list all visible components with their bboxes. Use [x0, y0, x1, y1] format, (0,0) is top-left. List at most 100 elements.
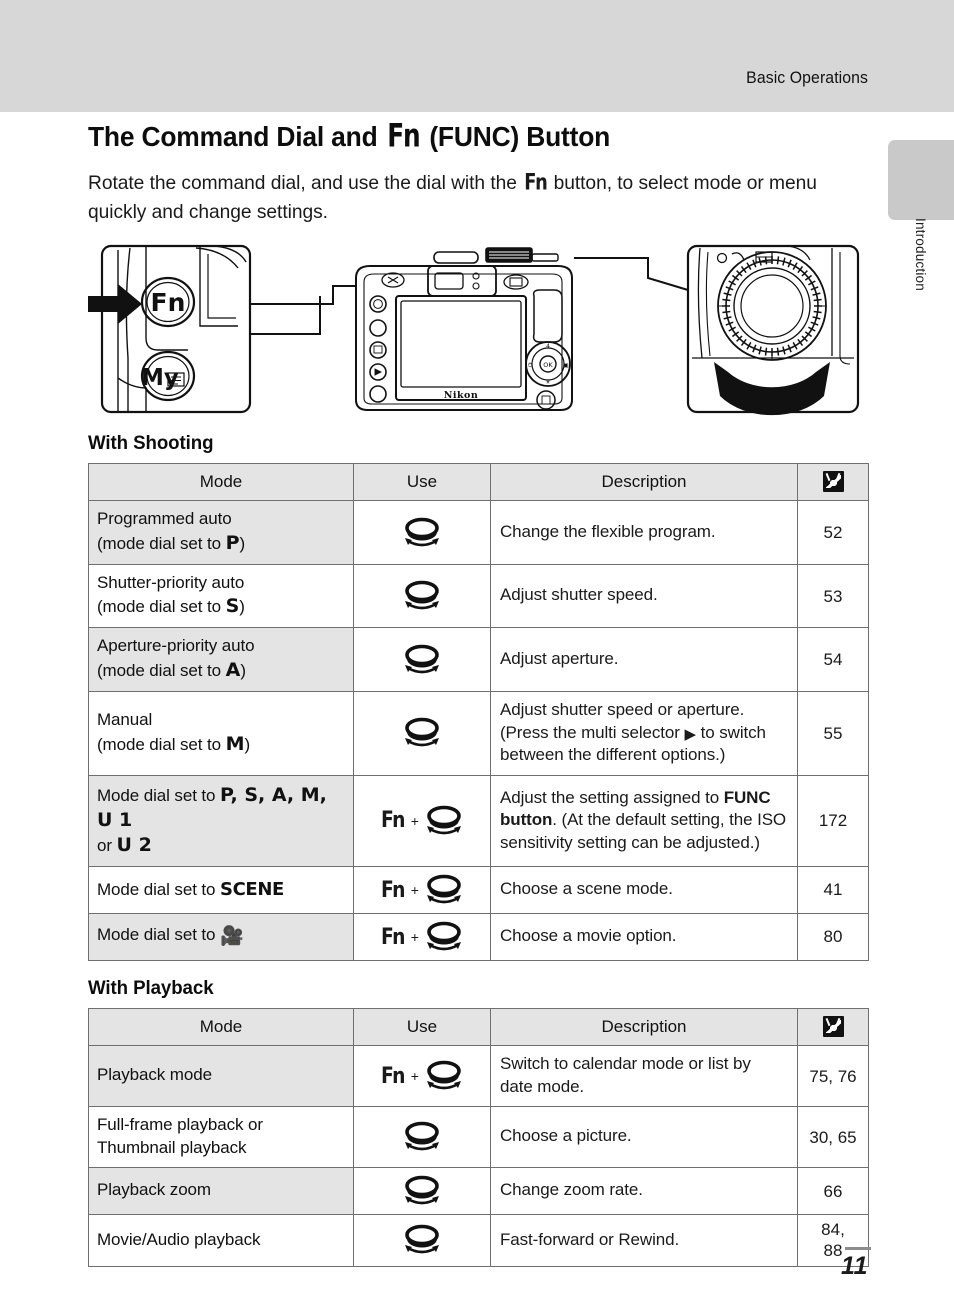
cell-mode: Programmed auto (mode dial set to P)	[88, 500, 354, 565]
page-title-text-after: (FUNC) Button	[422, 121, 611, 152]
chapter-thumb-tab	[888, 140, 954, 220]
desc-part-1: Adjust the setting assigned to	[500, 787, 724, 807]
svg-text:▣: ▣	[563, 362, 569, 369]
mode-name: Manual	[97, 710, 153, 730]
camera-back-view	[355, 247, 573, 412]
table-row: Mode dial set to 🎥 Fn + Choose a movie o…	[88, 913, 869, 962]
page-reference-line-2: 88	[823, 1241, 843, 1261]
command-dial-icon	[405, 1175, 439, 1205]
cell-description: Adjust shutter speed or aperture. (Press…	[490, 690, 798, 776]
table-row: Movie/Audio playback Fast-forward or Rew…	[88, 1214, 869, 1267]
mode-name: Programmed auto	[97, 509, 232, 529]
cell-description: Choose a scene mode.	[490, 866, 798, 915]
fn-plus-dial-icon: Fn +	[379, 804, 465, 838]
mode-dial-letters-alt: U 2	[116, 833, 152, 856]
folio-rule	[845, 1247, 871, 1250]
mode-or-word: or	[97, 835, 112, 855]
table-row: Playback zoom Change zoom rate. 66	[88, 1167, 869, 1216]
section-heading-playback: With Playback	[88, 977, 214, 1000]
mode-name-line-1: Full-frame playback or	[97, 1115, 263, 1135]
cell-mode: Playback mode	[88, 1045, 354, 1108]
mode-dial-prefix: Mode dial set to	[97, 785, 221, 805]
cell-page-reference: 54	[797, 627, 869, 692]
cell-use	[353, 563, 491, 629]
cell-use	[353, 1167, 491, 1216]
column-header-description: Description	[490, 1008, 798, 1047]
mode-dial-prefix: (mode dial set to	[97, 660, 226, 680]
section-heading-shooting: With Shooting	[88, 432, 214, 455]
page-header-band	[0, 0, 954, 112]
cell-description: Choose a picture.	[490, 1106, 798, 1169]
cell-use	[353, 1214, 491, 1267]
camera-diagram-svg: Fn My Nikon 4 ⏱ ▣ ☀ OK	[88, 245, 860, 416]
svg-text:☀: ☀	[545, 379, 551, 386]
cell-description: Switch to calendar mode or list by date …	[490, 1045, 798, 1108]
command-dial-closeup	[686, 245, 860, 414]
cell-use: Fn +	[353, 1045, 491, 1108]
cell-use	[353, 627, 491, 692]
mode-dial-prefix: (mode dial set to	[97, 597, 226, 617]
command-dial-icon	[405, 1225, 439, 1254]
cell-page-reference: 52	[797, 500, 869, 565]
scene-mode-label: SCENE	[220, 878, 284, 900]
cell-page-reference: 75, 76	[797, 1045, 869, 1108]
cell-mode: Aperture-priority auto (mode dial set to…	[88, 627, 354, 692]
book-reference-icon	[822, 1016, 844, 1038]
camera-brand-label: Nikon	[444, 390, 479, 401]
column-header-mode: Mode	[88, 463, 354, 502]
fn-label: Fn	[381, 808, 405, 834]
mode-dial-suffix: )	[244, 734, 251, 754]
cell-use	[353, 690, 491, 776]
cell-mode: Mode dial set to SCENE	[88, 866, 354, 915]
cell-description: Adjust aperture.	[490, 627, 798, 692]
table-row: Playback mode Fn + Switch to calendar mo…	[88, 1045, 869, 1108]
column-header-use: Use	[353, 463, 491, 502]
fn-button-label: Fn	[151, 288, 186, 317]
table-row: Aperture-priority auto (mode dial set to…	[88, 627, 869, 692]
intro-paragraph: Rotate the command dial, and use the dia…	[88, 167, 856, 227]
cell-mode: Movie/Audio playback	[88, 1214, 354, 1267]
cell-description: Fast-forward or Rewind.	[490, 1214, 798, 1267]
table-header-row: Mode Use Description	[88, 1008, 869, 1047]
command-dial-icon	[405, 517, 439, 546]
table-row: Shutter-priority auto (mode dial set to …	[88, 563, 869, 629]
cell-mode: Full-frame playback or Thumbnail playbac…	[88, 1106, 354, 1169]
movie-camera-icon: 🎥	[220, 925, 244, 947]
mode-name: Aperture-priority auto	[97, 636, 255, 656]
cell-page-reference: 80	[797, 913, 869, 962]
cell-description: Choose a movie option.	[490, 913, 798, 962]
multi-selector-right-icon: ▶	[684, 725, 697, 743]
command-dial-icon	[405, 644, 439, 674]
plus-sign: +	[410, 812, 419, 829]
cell-description: Change zoom rate.	[490, 1167, 798, 1216]
table-row: Full-frame playback or Thumbnail playbac…	[88, 1106, 869, 1169]
plus-sign: +	[410, 1068, 419, 1085]
cell-mode: Mode dial set to P, S, A, M, U 1 or U 2	[88, 774, 354, 868]
column-header-reference	[797, 463, 869, 502]
page-content: The Command Dial and Fn (FUNC) Button Ro…	[88, 118, 869, 1267]
command-dial-icon	[405, 1121, 439, 1151]
command-dial-icon	[405, 718, 439, 747]
cell-page-reference: 53	[797, 563, 869, 629]
page-title: The Command Dial and Fn (FUNC) Button	[88, 118, 837, 155]
running-head: Basic Operations	[746, 68, 868, 87]
cell-description: Adjust shutter speed.	[490, 563, 798, 629]
mode-dial-letter: S	[225, 595, 240, 618]
table-row: Programmed auto (mode dial set to P) Cha…	[88, 500, 869, 565]
command-dial-icon	[426, 874, 461, 904]
mode-dial-prefix: (mode dial set to	[97, 533, 226, 553]
fn-label: Fn	[381, 924, 405, 950]
plus-sign: +	[410, 929, 419, 946]
plus-sign: +	[410, 882, 419, 899]
mode-dial-letter: A	[225, 658, 241, 681]
command-dial-icon	[405, 580, 439, 610]
camera-diagram: Fn My Nikon 4 ⏱ ▣ ☀ OK	[88, 238, 868, 420]
mode-name: Shutter-priority auto	[97, 572, 245, 592]
command-dial-icon	[426, 921, 461, 951]
mode-dial-letter: P	[225, 531, 240, 554]
cell-use: Fn +	[353, 866, 491, 915]
cell-mode: Playback zoom	[88, 1167, 354, 1216]
cell-use	[353, 1106, 491, 1169]
fn-plus-dial-icon: Fn +	[379, 1059, 465, 1093]
fn-label: Fn	[381, 1063, 405, 1089]
